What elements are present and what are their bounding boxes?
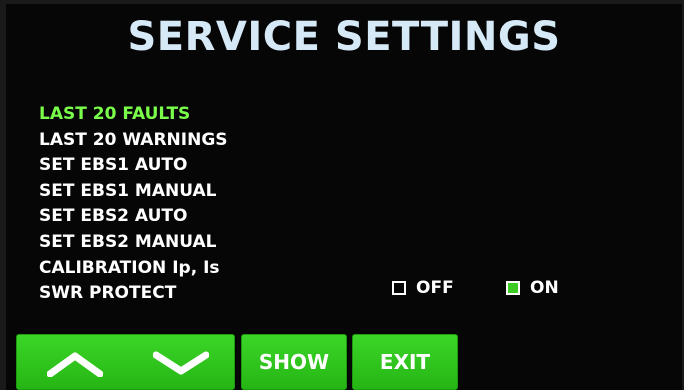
chevron-up-icon[interactable]	[47, 347, 103, 377]
on-checkbox[interactable]	[506, 281, 520, 295]
off-checkbox[interactable]	[392, 281, 406, 295]
off-label: OFF	[416, 278, 454, 298]
service-menu: LAST 20 FAULTS LAST 20 WARNINGS SET EBS1…	[39, 102, 228, 307]
menu-item-last-20-faults[interactable]: LAST 20 FAULTS	[39, 102, 228, 128]
menu-item-calibration[interactable]: CALIBRATION Ip, Is	[39, 256, 228, 282]
menu-item-swr-protect[interactable]: SWR PROTECT	[39, 281, 228, 307]
menu-item-last-20-warnings[interactable]: LAST 20 WARNINGS	[39, 128, 228, 154]
menu-item-set-ebs2-manual[interactable]: SET EBS2 MANUAL	[39, 230, 228, 256]
page-title: SERVICE SETTINGS	[127, 14, 561, 60]
chevron-down-icon[interactable]	[153, 347, 209, 377]
exit-button[interactable]: EXIT	[352, 334, 458, 390]
device-bezel: SERVICE SETTINGS LAST 20 FAULTS LAST 20 …	[0, 0, 684, 390]
swr-off-option[interactable]: OFF	[392, 278, 454, 298]
menu-item-set-ebs2-auto[interactable]: SET EBS2 AUTO	[39, 204, 228, 230]
menu-item-set-ebs1-auto[interactable]: SET EBS1 AUTO	[39, 153, 228, 179]
show-button[interactable]: SHOW	[241, 334, 347, 390]
menu-item-set-ebs1-manual[interactable]: SET EBS1 MANUAL	[39, 179, 228, 205]
screen: SERVICE SETTINGS LAST 20 FAULTS LAST 20 …	[6, 4, 682, 390]
swr-on-option[interactable]: ON	[506, 278, 559, 298]
on-label: ON	[530, 278, 559, 298]
navigation-button-group	[16, 334, 235, 390]
